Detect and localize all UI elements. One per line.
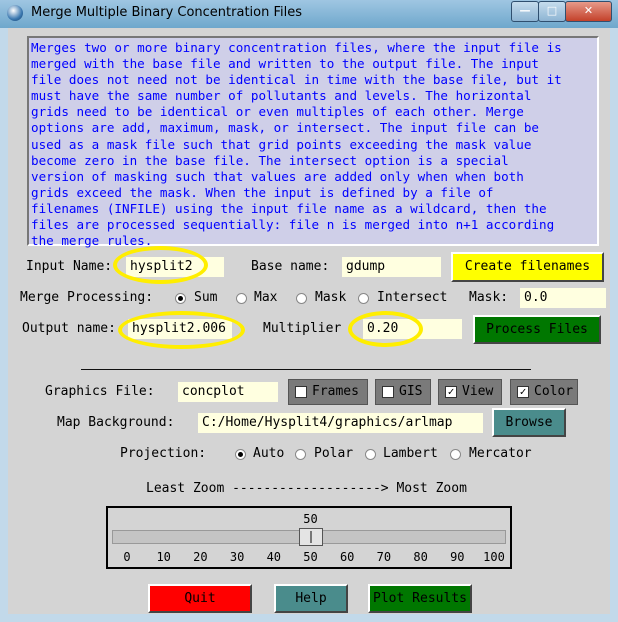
merge-mask-label: Mask <box>315 290 347 305</box>
multiplier-label: Multiplier <box>263 321 342 336</box>
zoom-tick-label: 100 <box>483 550 505 564</box>
zoom-tick-label: 70 <box>376 550 392 564</box>
minimize-button[interactable]: — <box>511 1 539 22</box>
browse-button[interactable]: Browse <box>492 408 566 437</box>
gis-check-icon <box>382 386 394 398</box>
projection-auto-label: Auto <box>253 446 285 461</box>
projection-lambert-label: Lambert <box>383 446 438 461</box>
zoom-tick-label: 30 <box>229 550 245 564</box>
projection-mercator-label: Mercator <box>469 446 532 461</box>
map-background-label: Map Background: <box>57 415 175 430</box>
zoom-value-label: 50 <box>303 512 318 526</box>
plot-results-button[interactable]: Plot Results <box>368 584 472 613</box>
gis-label: GIS <box>399 384 423 399</box>
merge-intersect-radio[interactable] <box>358 293 369 304</box>
output-name-highlight <box>118 311 245 349</box>
projection-lambert-radio[interactable] <box>365 449 376 460</box>
view-check-icon: ✓ <box>445 386 457 398</box>
merge-max-label: Max <box>254 290 278 305</box>
dialog-body: Merges two or more binary concentration … <box>8 28 610 614</box>
merge-intersect-label: Intersect <box>377 290 448 305</box>
merge-sum-label: Sum <box>194 290 218 305</box>
mask-value-label: Mask: <box>469 290 509 305</box>
frames-label: Frames <box>312 384 359 399</box>
zoom-slider-thumb[interactable] <box>298 528 323 546</box>
mask-value-field[interactable]: 0.0 <box>520 288 606 308</box>
zoom-tick-label: 20 <box>193 550 208 564</box>
merge-sum-radio[interactable] <box>175 293 186 304</box>
zoom-tick-label: 80 <box>413 550 428 564</box>
input-name-label: Input Name: <box>26 259 113 274</box>
zoom-tick-label: 10 <box>156 550 171 564</box>
zoom-tick-label: 60 <box>339 550 355 564</box>
gis-checkbox[interactable]: GIS <box>375 379 431 405</box>
close-button[interactable]: ✕ <box>565 1 612 22</box>
maximize-button[interactable]: □ <box>538 1 566 22</box>
view-label: View <box>462 384 494 399</box>
help-button[interactable]: Help <box>274 584 348 613</box>
frames-checkbox[interactable]: Frames <box>288 379 368 405</box>
create-filenames-button[interactable]: Create filenames <box>451 252 604 282</box>
color-check-icon: ✓ <box>517 386 529 398</box>
merge-max-radio[interactable] <box>236 293 247 304</box>
output-name-label: Output name: <box>22 321 116 336</box>
color-label: Color <box>534 384 574 399</box>
title-bar[interactable]: Merge Multiple Binary Concentration File… <box>0 0 618 28</box>
projection-polar-radio[interactable] <box>295 449 306 460</box>
description-panel: Merges two or more binary concentration … <box>27 36 599 249</box>
section-divider <box>81 369 531 370</box>
merge-processing-label: Merge Processing: <box>20 290 154 305</box>
projection-mercator-radio[interactable] <box>450 449 461 460</box>
projection-polar-label: Polar <box>314 446 354 461</box>
projection-auto-radio[interactable] <box>235 449 246 460</box>
zoom-scale: 50 0 10 20 30 40 50 60 70 80 90 100 <box>106 506 512 569</box>
multiplier-highlight <box>348 311 423 347</box>
graphics-file-label: Graphics File: <box>45 384 155 399</box>
zoom-tick-label: 90 <box>450 550 465 564</box>
description-text: Merges two or more binary concentration … <box>31 40 562 249</box>
zoom-tick-label: 40 <box>266 550 282 564</box>
map-background-field[interactable]: C:/Home/Hysplit4/graphics/arlmap <box>198 413 483 433</box>
zoom-tick-label: 50 <box>303 550 318 564</box>
base-name-label: Base name: <box>251 259 330 274</box>
frames-check-icon <box>295 386 307 398</box>
quit-button[interactable]: Quit <box>148 584 252 613</box>
input-name-highlight <box>113 246 208 284</box>
graphics-file-field[interactable]: concplot <box>178 382 278 402</box>
process-files-button[interactable]: Process Files <box>473 315 601 344</box>
app-window: Merge Multiple Binary Concentration File… <box>0 0 618 622</box>
window-title: Merge Multiple Binary Concentration File… <box>31 5 303 20</box>
view-checkbox[interactable]: ✓ View <box>438 379 502 405</box>
base-name-field[interactable]: gdump <box>342 257 441 277</box>
zoom-tick-label: 0 <box>123 550 131 564</box>
projection-label: Projection: <box>120 446 207 461</box>
app-globe-icon <box>7 5 23 21</box>
zoom-caption: Least Zoom -------------------> Most Zoo… <box>146 481 467 496</box>
merge-mask-radio[interactable] <box>296 293 307 304</box>
color-checkbox[interactable]: ✓ Color <box>510 379 578 405</box>
